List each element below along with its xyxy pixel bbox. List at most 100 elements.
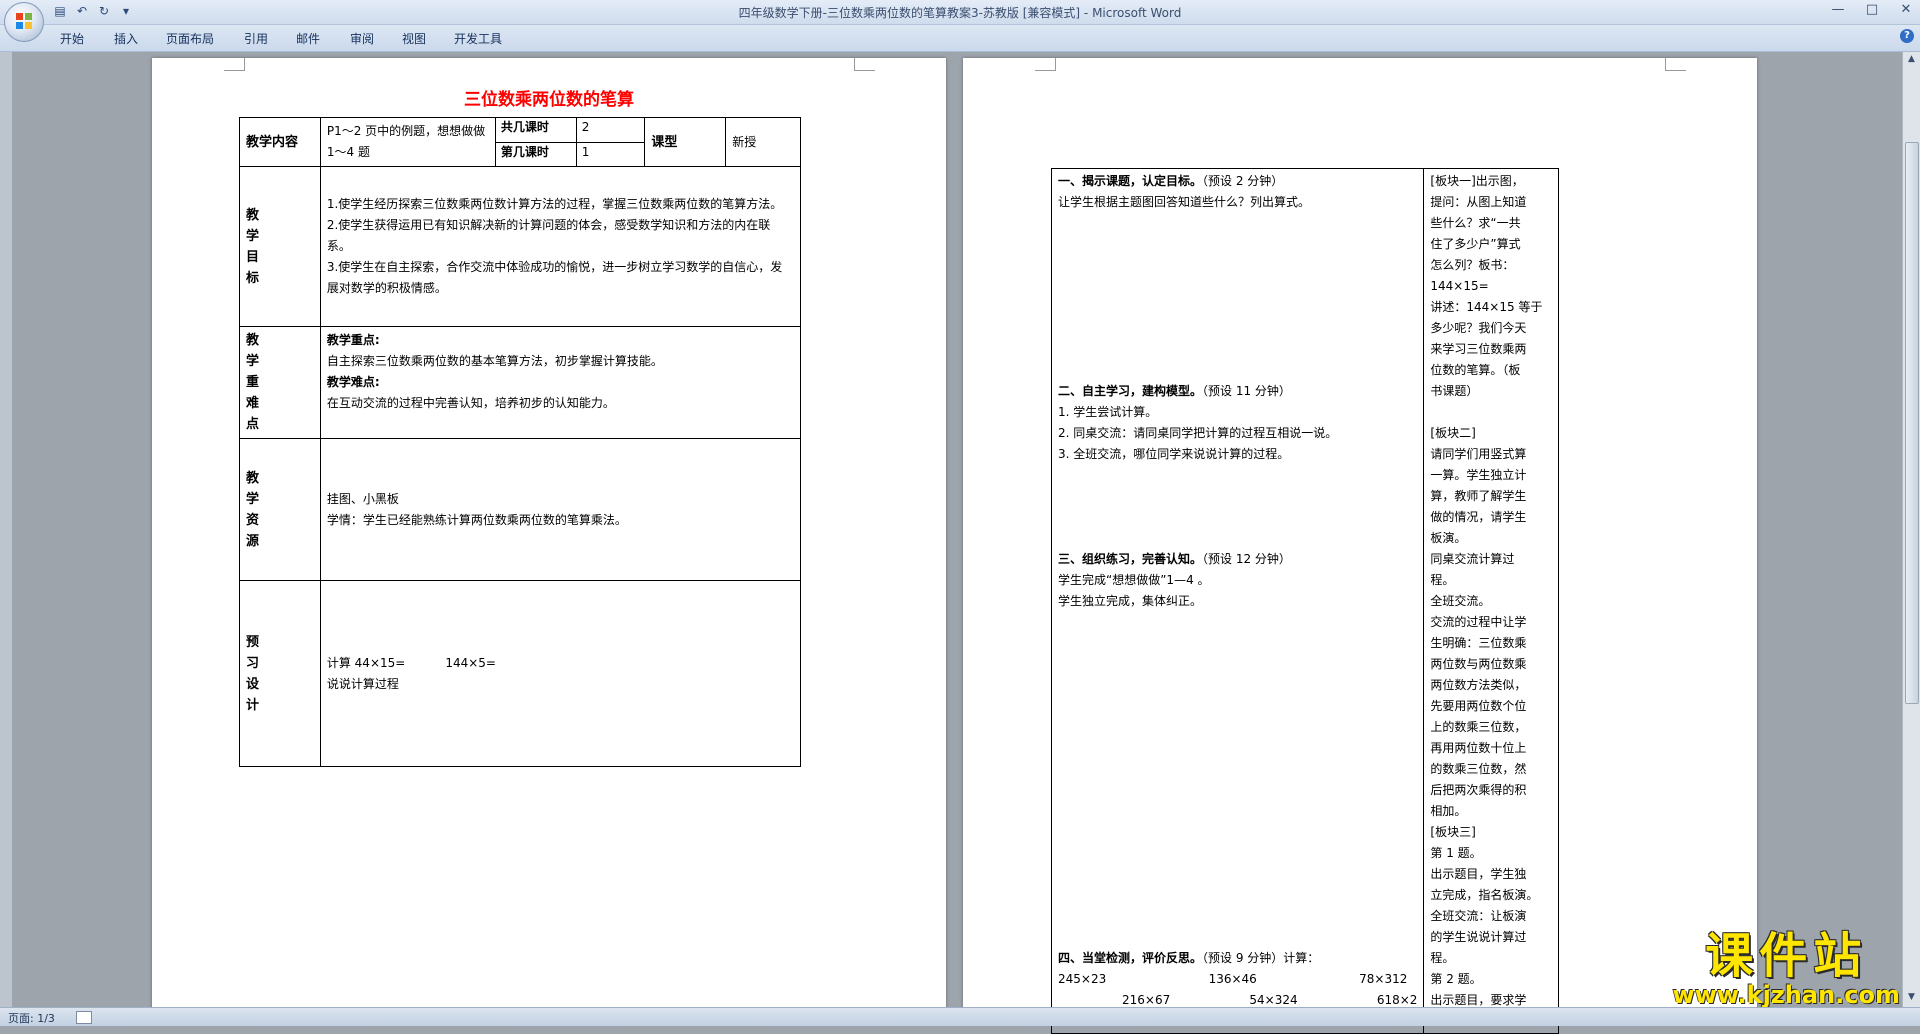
document-page-1: 三位数乘两位数的笔算 教学内容 P1～2 页中的例题，想想做做 1～4 题 共几… — [152, 58, 946, 1018]
total-label: 共几课时 — [494, 117, 577, 143]
resources-line: 学情：学生已经能熟练计算两位数乘两位数的笔算乘法。 — [326, 512, 627, 527]
board-note-line: [板块二] — [1430, 426, 1476, 440]
tab-page-layout[interactable]: 页面布局 — [166, 30, 214, 47]
board-note-line: [板块三] — [1430, 825, 1476, 839]
type-value: 新授 — [725, 117, 801, 167]
board-note-line: 板演。 — [1430, 531, 1467, 545]
board-note-line: 两位数方法类似， — [1430, 678, 1527, 692]
exercise: 245×23 — [1058, 972, 1107, 986]
section-title: 二、自主学习，建构模型。 — [1058, 384, 1203, 398]
page-count[interactable]: 页面: 1/3 — [8, 1010, 55, 1026]
margin-corner — [224, 58, 245, 71]
title-bar: ▤ ↶ ↻ ▾ 四年级数学下册-三位数乘两位数的笔算教案3-苏教版 [兼容模式]… — [0, 0, 1920, 25]
procedure-table: 一、揭示课题，认定目标。（预设 2 分钟） 让学生根据主题图回答知道些什么？列出… — [1050, 168, 1559, 1034]
vertical-ruler — [0, 52, 12, 1012]
office-logo-icon — [16, 13, 32, 29]
procedure-left-column: 一、揭示课题，认定目标。（预设 2 分钟） 让学生根据主题图回答知道些什么？列出… — [1050, 168, 1425, 1034]
board-note-line: 书课题） — [1430, 384, 1479, 398]
maximize-icon[interactable]: □ — [1862, 2, 1882, 17]
content-value: P1～2 页中的例题，想想做做 1～4 题 — [319, 117, 496, 167]
board-note-line: 怎么列？板书： — [1430, 258, 1515, 272]
vertical-scrollbar[interactable]: ▲ ▼ — [1902, 52, 1920, 1012]
board-note-line: 全班交流。 — [1430, 594, 1491, 608]
objectives-label: 教 学 目 标 — [239, 166, 321, 327]
help-icon[interactable]: ? — [1900, 29, 1914, 43]
office-button[interactable] — [4, 2, 44, 42]
board-note-line: 算，教师了解学生 — [1430, 489, 1527, 503]
board-note-line: 两位数与两位数乘 — [1430, 657, 1527, 671]
ribbon-tabs: 开始 插入 页面布局 引用 邮件 审阅 视图 开发工具 ? — [0, 25, 1920, 52]
content-label: 教学内容 — [239, 117, 321, 167]
board-note-line: 交流的过程中让学 — [1430, 615, 1527, 629]
tab-home[interactable]: 开始 — [60, 30, 84, 47]
section-title: 四、当堂检测，评价反思。 — [1058, 951, 1203, 965]
preview-line: 说说计算过程 — [326, 676, 399, 691]
board-notes: [板块一]出示图， 提问：从图上知道 些什么？求“一共 住了多少户”算式 怎么列？板书：… — [1430, 171, 1552, 1011]
board-note-line: 再用两位数十位上 — [1430, 741, 1527, 755]
nth-value: 1 — [575, 141, 646, 167]
difficulty-text: 在互动交流的过程中完善认知，培养初步的认知能力。 — [326, 396, 615, 410]
margin-corner — [1035, 58, 1056, 71]
preview-calc: 144×5= — [445, 655, 496, 670]
scroll-down-icon[interactable]: ▼ — [1905, 992, 1918, 1005]
margin-corner — [1665, 58, 1686, 71]
preview-label: 预 习 设 计 — [239, 580, 321, 767]
objective-item: 1.使学生经历探索三位数乘两位数计算方法的过程，掌握三位数乘两位数的笔算方法。 — [326, 197, 783, 211]
close-icon[interactable]: ✕ — [1896, 2, 1916, 17]
document-page-2: 一、揭示课题，认定目标。（预设 2 分钟） 让学生根据主题图回答知道些什么？列出… — [963, 58, 1757, 1034]
keypoints-label: 教 学 重 难 点 — [239, 326, 321, 439]
scroll-up-icon[interactable]: ▲ — [1905, 54, 1918, 67]
board-note-line: 来学习三位数乘两 — [1430, 342, 1527, 356]
board-note-line: 做的情况，请学生 — [1430, 510, 1527, 524]
board-note-line: 出示题目，学生独 — [1430, 867, 1527, 881]
lesson-table: 教学内容 P1～2 页中的例题，想想做做 1～4 题 共几课时 2 课型 新授 … — [239, 117, 802, 767]
tab-insert[interactable]: 插入 — [114, 30, 138, 47]
section-item: 2. 同桌交流：请同桌同学把计算的过程互相说一说。 — [1058, 426, 1338, 440]
watermark-url: www.kjzhan.com — [1672, 981, 1900, 1009]
scroll-thumb[interactable] — [1905, 142, 1919, 704]
board-note-line: 上的数乘三位数， — [1430, 720, 1527, 734]
keypoints-content: 教学重点: 自主探索三位数乘两位数的基本笔算方法，初步掌握计算技能。 教学难点:… — [319, 326, 802, 439]
window-title: 四年级数学下册-三位数乘两位数的笔算教案3-苏教版 [兼容模式] - Micro… — [738, 6, 1182, 20]
board-note-line: 讲述：144×15 等于 — [1430, 300, 1543, 314]
board-note-line: 第 2 题。 — [1430, 972, 1482, 986]
tab-references[interactable]: 引用 — [244, 30, 268, 47]
exercise: 78×312 — [1359, 972, 1408, 986]
board-note-line: 的数乘三位数，然 — [1430, 762, 1527, 776]
procedure-right-column: [板块一]出示图， 提问：从图上知道 些什么？求“一共 住了多少户”算式 怎么列？板书：… — [1423, 168, 1559, 1034]
difficulty-title: 教学难点: — [326, 375, 380, 389]
resources-line: 挂图、小黑板 — [326, 491, 399, 506]
board-note-line: 144×15= — [1430, 279, 1489, 293]
preview-content: 计算 44×15= 144×5= 说说计算过程 — [319, 580, 802, 767]
board-note-line: 位数的笔算。（板 — [1430, 363, 1521, 377]
minimize-icon[interactable]: — — [1828, 2, 1848, 17]
tab-review[interactable]: 审阅 — [350, 30, 374, 47]
tab-mailings[interactable]: 邮件 — [296, 30, 320, 47]
exercise: 136×46 — [1208, 972, 1257, 986]
board-note-line: 的学生说说计算过 — [1430, 930, 1527, 944]
type-label: 课型 — [644, 117, 727, 167]
objective-item: 3.使学生在自主探索，合作交流中体验成功的愉悦，进一步树立学习数学的自信心，发展… — [326, 260, 783, 295]
tab-view[interactable]: 视图 — [402, 30, 426, 47]
tab-developer[interactable]: 开发工具 — [454, 30, 502, 47]
proofing-icon[interactable] — [76, 1011, 92, 1024]
section-item: 1. 学生尝试计算。 — [1058, 405, 1158, 419]
board-note-line: 多少呢？我们今天 — [1430, 321, 1527, 335]
board-note-line: 后把两次乘得的积 — [1430, 783, 1527, 797]
board-note-line: 全班交流：让板演 — [1430, 909, 1527, 923]
section-item: 3. 全班交流，哪位同学来说说计算的过程。 — [1058, 447, 1290, 461]
section-item: 学生完成“想想做做”1—4 。 — [1058, 573, 1210, 587]
objectives-content: 1.使学生经历探索三位数乘两位数计算方法的过程，掌握三位数乘两位数的笔算方法。 … — [319, 166, 802, 327]
focus-title: 教学重点: — [326, 333, 380, 347]
section-title: 一、揭示课题，认定目标。 — [1058, 174, 1203, 188]
watermark-logo: 课件站 www.kjzhan.com — [1673, 930, 1900, 1008]
focus-text: 自主探索三位数乘两位数的基本笔算方法，初步掌握计算技能。 — [326, 354, 663, 368]
board-note-line: 先要用两位数个位 — [1430, 699, 1527, 713]
board-note-line: 相加。 — [1430, 804, 1467, 818]
status-bar: 页面: 1/3 — [0, 1007, 1920, 1026]
resources-label: 教 学 资 源 — [239, 438, 321, 581]
nth-label: 第几课时 — [494, 141, 577, 167]
preview-calc: 计算 44×15= — [326, 655, 406, 670]
window-controls: — □ ✕ — [1828, 2, 1916, 17]
board-note-line: 程。 — [1430, 951, 1455, 965]
